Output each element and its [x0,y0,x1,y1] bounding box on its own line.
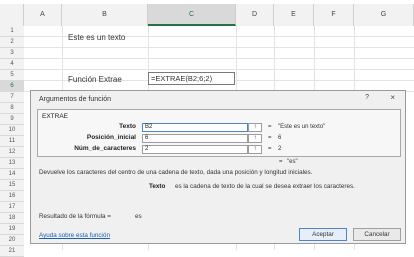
column-header-c[interactable]: C [148,4,236,26]
arg-result-texto: "Este es un texto" [278,124,326,130]
cancel-button[interactable]: Cancelar [353,228,401,241]
formula-result-label: Resultado de la fórmula = [39,213,111,220]
help-link[interactable]: Ayuda sobre esta función [39,232,110,239]
help-icon[interactable]: ? [365,94,369,101]
row-header[interactable]: 6 [0,81,24,92]
cell-b2[interactable]: Este es un texto [68,33,125,42]
arg-input-posicion-inicial[interactable]: 6 [142,134,248,143]
row-header[interactable]: 14 [0,169,24,180]
arg-result-num-de-caracteres: 2 [278,146,282,152]
column-header-a[interactable]: A [24,4,62,26]
dialog-title: Argumentos de función [39,96,111,103]
cell-b6[interactable]: Función Extrae [68,75,122,84]
row-header[interactable]: 8 [0,103,24,114]
row-header[interactable]: 2 [0,37,24,48]
collapse-dialog-icon[interactable]: ↑ [248,145,262,154]
arg-equals: = [268,146,272,152]
row-header[interactable]: 18 [0,213,24,224]
arg-input-num-de-caracteres[interactable]: 2 [142,145,248,154]
arg-equals: = [268,124,272,130]
row-header[interactable]: 11 [0,136,24,147]
column-header-g[interactable]: G [354,4,414,26]
arg-result-posicion-inicial: 6 [278,135,282,141]
row-header[interactable]: 3 [0,48,24,59]
function-description: Devuelve los caracteres del centro de un… [39,169,313,176]
summary-equals: = [279,159,283,165]
function-arguments-dialog: Argumentos de función ? × EXTRAE Texto B… [30,90,406,244]
row-header[interactable]: 7 [0,92,24,103]
argument-description-name: Texto [149,183,166,190]
arg-input-texto[interactable]: B2 [142,123,248,132]
row-header[interactable]: 16 [0,191,24,202]
ok-button[interactable]: Aceptar [299,228,347,241]
row-header[interactable]: 4 [0,59,24,70]
arg-label-num-de-caracteres: Núm_de_caracteres [74,145,136,152]
column-header-f[interactable]: F [314,4,354,26]
row-header[interactable]: 15 [0,180,24,191]
gridline [24,59,414,70]
row-header[interactable]: 20 [0,235,24,246]
row-header[interactable]: 21 [0,246,24,257]
formula-result-value: es [135,213,142,220]
close-icon[interactable]: × [390,93,395,102]
collapse-dialog-icon[interactable]: ↑ [248,123,262,132]
arg-label-posicion-inicial: Posición_inicial [86,134,136,141]
summary-result: "es" [287,159,298,165]
select-all-corner[interactable] [0,4,24,26]
row-header[interactable]: 1 [0,26,24,37]
row-header[interactable]: 17 [0,202,24,213]
row-header[interactable]: 5 [0,70,24,81]
row-header[interactable]: 9 [0,114,24,125]
function-name: EXTRAE [42,113,69,120]
argument-description: es la cadena de texto de la cual se dese… [175,183,355,190]
gridline [24,48,414,59]
arg-equals: = [268,135,272,141]
row-header[interactable]: 10 [0,125,24,136]
column-header-d[interactable]: D [236,4,274,26]
column-header-e[interactable]: E [274,4,314,26]
row-header[interactable]: 12 [0,147,24,158]
arg-label-texto: Texto [119,123,136,130]
arguments-group: EXTRAE Texto B2 ↑ = "Este es un texto" P… [37,109,401,157]
row-header[interactable]: 19 [0,224,24,235]
row-header[interactable]: 13 [0,158,24,169]
collapse-dialog-icon[interactable]: ↑ [248,134,262,143]
column-header-b[interactable]: B [62,4,148,26]
cell-c6-active[interactable]: =EXTRAE(B2;6;2) [148,72,235,85]
